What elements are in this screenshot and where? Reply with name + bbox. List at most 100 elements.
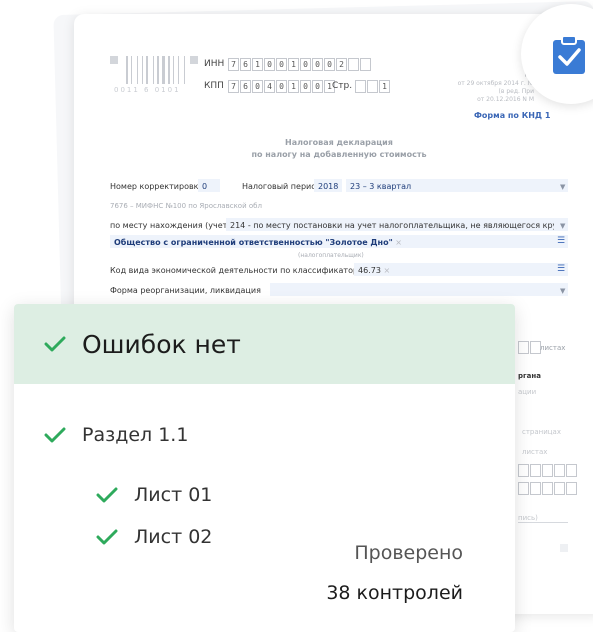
sign-label: пись) <box>518 514 538 522</box>
check-icon <box>96 487 118 503</box>
corner-marker <box>190 56 198 64</box>
list-icon[interactable]: ☰ <box>557 264 565 274</box>
sheets-label: листах <box>540 344 566 352</box>
barcode-bar <box>173 56 174 84</box>
check-icon <box>96 529 118 545</box>
period-quarter: 23 – 3 квартал <box>350 182 412 191</box>
declaration-title: Налоговая декларация <box>285 138 393 147</box>
correction-label: Номер корректировки <box>110 182 204 191</box>
check-result-card: Ошибок нет Раздел 1.1 Лист 01 Лист 02 Пр… <box>14 304 515 632</box>
kpp-digit: 1 <box>288 80 299 93</box>
barcode-bar <box>171 56 172 84</box>
check-icon <box>44 427 66 443</box>
page-label: Стр. <box>332 81 353 91</box>
chevron-down-icon[interactable]: ▼ <box>560 287 565 295</box>
inn-digit: 7 <box>228 58 239 71</box>
inn-digit: 0 <box>264 58 275 71</box>
pages-label: страницах <box>522 428 561 436</box>
chevron-down-icon[interactable]: ▼ <box>560 222 565 230</box>
date-cells[interactable] <box>518 482 578 495</box>
barcode-bar <box>131 56 132 84</box>
result-header: Ошибок нет <box>14 304 515 384</box>
kpp-digit: 0 <box>300 80 311 93</box>
org-caption: (налогоплательщик) <box>298 252 364 259</box>
inn-digit: 6 <box>240 58 251 71</box>
correction-value: 0 <box>202 182 208 191</box>
barcode-bar <box>186 56 187 84</box>
kpp-digit: 0 <box>276 80 287 93</box>
barcode-bar <box>180 56 183 84</box>
barcode-bar <box>162 56 165 84</box>
barcode-bar <box>155 56 156 84</box>
barcode-bar <box>184 56 185 84</box>
barcode-bar <box>137 56 138 84</box>
clipboard-check-icon <box>553 35 585 74</box>
inn-digit <box>348 58 359 71</box>
organ-label: ргана <box>518 372 541 380</box>
checked-count: 38 контролей <box>326 582 463 604</box>
signature-line <box>518 522 568 523</box>
sheets-cells[interactable] <box>518 341 542 354</box>
check-icon <box>44 336 66 352</box>
inn-label: ИНН <box>204 59 225 69</box>
page-digit <box>355 80 366 93</box>
section-item: Раздел 1.1 <box>44 424 188 446</box>
status-title: Ошибок нет <box>82 329 241 359</box>
inn-cells[interactable]: 7610010002 <box>228 58 372 71</box>
page-digit <box>367 80 378 93</box>
chevron-down-icon[interactable]: ▼ <box>560 183 565 191</box>
barcode-bar <box>168 56 170 84</box>
reorg-select[interactable] <box>270 283 568 296</box>
section-label: Раздел 1.1 <box>82 424 189 446</box>
barcode-bar <box>142 56 143 84</box>
corner-marker <box>110 56 118 64</box>
period-year: 2018 <box>318 182 339 191</box>
sheet-item: Лист 02 <box>96 526 212 548</box>
barcode-bar <box>126 56 128 84</box>
okved-value: 46.73 × <box>358 266 391 275</box>
inn-digit: 1 <box>288 58 299 71</box>
page-digit: 1 <box>379 80 390 93</box>
okved-label: Код вида экономической деятельности по к… <box>110 266 395 275</box>
corner-marker <box>560 544 568 552</box>
barcode-bar <box>160 56 161 84</box>
form-code-link[interactable]: Форма по КНД 1 <box>474 111 550 120</box>
barcode-bar <box>144 56 145 84</box>
barcode-bar <box>146 56 148 84</box>
barcode-bar <box>166 56 167 84</box>
approval-note: к п от 29 октября 2014 г. № (в ред. При … <box>457 72 534 103</box>
barcode-bar <box>139 56 141 84</box>
location-value: 214 - по месту постановки на учет налого… <box>230 221 554 230</box>
inn-digit: 0 <box>324 58 335 71</box>
kpp-cells[interactable]: 760401001 <box>228 80 336 93</box>
date-cells[interactable] <box>518 464 578 477</box>
inn-digit: 1 <box>252 58 263 71</box>
location-label: по месту нахождения (учета) <box>110 221 236 230</box>
sheet-item: Лист 01 <box>96 484 212 506</box>
list-icon[interactable]: ☰ <box>557 236 565 246</box>
kpp-digit: 4 <box>264 80 275 93</box>
kpp-label: КПП <box>204 81 224 91</box>
org-name: Общество с ограниченной ответственностью… <box>114 238 402 247</box>
sheet-label: Лист 01 <box>134 484 213 506</box>
kpp-digit: 7 <box>228 80 239 93</box>
kpp-digit: 0 <box>312 80 323 93</box>
inn-digit: 0 <box>276 58 287 71</box>
period-label: Налоговый период <box>242 182 322 191</box>
inn-digit: 2 <box>336 58 347 71</box>
barcode-bar <box>157 56 159 84</box>
sheets2-label: листах <box>522 448 548 456</box>
tsii-label: ации <box>518 388 537 396</box>
reorg-label: Форма реорганизации, ликвидация <box>110 286 261 295</box>
inn-digit: 0 <box>300 58 311 71</box>
sheet-label: Лист 02 <box>134 526 213 548</box>
page-cells[interactable]: 1 <box>355 80 391 93</box>
barcode-bar <box>133 56 136 84</box>
barcode-bar <box>178 56 179 84</box>
tax-office: 7676 – МИФНС №100 по Ярославской обл <box>110 202 262 210</box>
kpp-digit: 0 <box>252 80 263 93</box>
barcode-bar <box>129 56 130 84</box>
inn-digit: 0 <box>312 58 323 71</box>
checked-label: Проверено <box>354 542 463 564</box>
barcode-number: 0011 6 0101 <box>114 86 181 94</box>
